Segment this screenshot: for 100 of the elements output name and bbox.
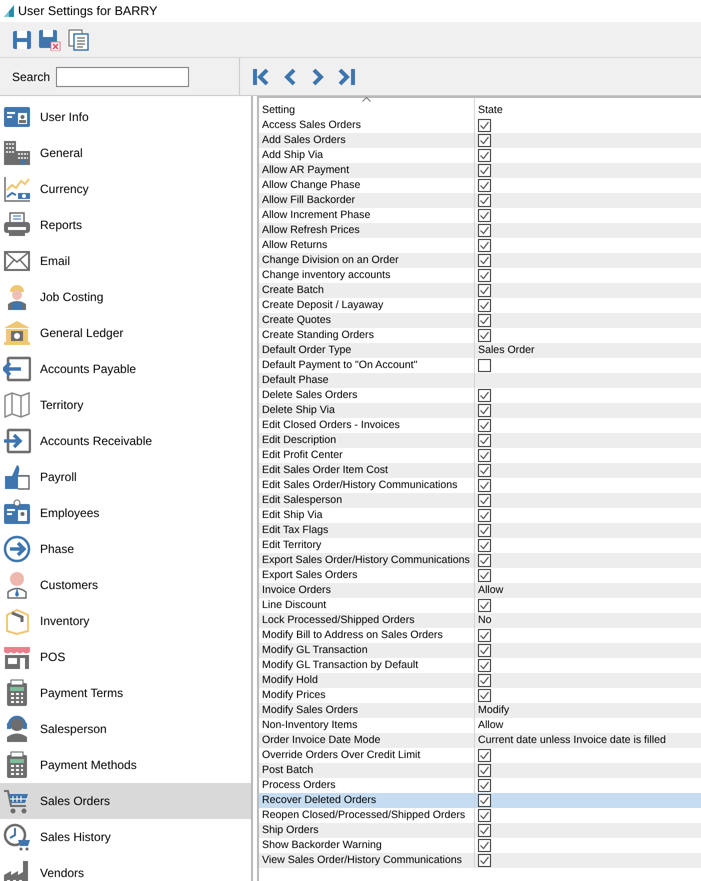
- id-badge-icon: [3, 499, 31, 527]
- checkbox[interactable]: [478, 839, 491, 852]
- save-close-icon[interactable]: [38, 28, 62, 50]
- setting-name: Create Deposit / Layaway: [262, 299, 384, 311]
- checkbox[interactable]: [478, 329, 491, 342]
- sidebar-item[interactable]: Accounts Receivable: [0, 423, 251, 459]
- sidebar-item[interactable]: Payment Terms: [0, 675, 251, 711]
- setting-name: Modify GL Transaction by Default: [262, 659, 418, 671]
- sidebar-item[interactable]: Inventory: [0, 603, 251, 639]
- checkbox[interactable]: [478, 659, 491, 672]
- checkbox[interactable]: [478, 509, 491, 522]
- sidebar-item[interactable]: General: [0, 135, 251, 171]
- checkbox[interactable]: [478, 524, 491, 537]
- checkbox[interactable]: [478, 119, 491, 132]
- checkbox[interactable]: [478, 599, 491, 612]
- checkbox[interactable]: [478, 554, 491, 567]
- state-value: Sales Order: [478, 344, 535, 356]
- setting-name: Override Orders Over Credit Limit: [262, 749, 420, 761]
- checkbox[interactable]: [478, 299, 491, 312]
- next-button[interactable]: [310, 66, 325, 86]
- checkbox[interactable]: [478, 779, 491, 792]
- sidebar-item[interactable]: Sales Orders: [0, 783, 251, 819]
- setting-name: Create Quotes: [262, 314, 331, 326]
- search-field[interactable]: [56, 66, 190, 86]
- checkbox[interactable]: [478, 419, 491, 432]
- sidebar-item[interactable]: Currency: [0, 171, 251, 207]
- checkbox[interactable]: [478, 149, 491, 162]
- checkbox[interactable]: [478, 209, 491, 222]
- setting-name: Edit Description: [262, 434, 336, 446]
- checkbox[interactable]: [478, 434, 491, 447]
- checkbox[interactable]: [478, 284, 491, 297]
- checkbox[interactable]: [478, 239, 491, 252]
- arrow-circle-icon: [3, 535, 31, 563]
- state-value: Modify: [478, 704, 510, 716]
- checkbox[interactable]: [478, 764, 491, 777]
- checkbox[interactable]: [478, 689, 491, 702]
- first-record-button[interactable]: [252, 66, 271, 86]
- sidebar-item[interactable]: Payment Methods: [0, 747, 251, 783]
- checkbox[interactable]: [478, 389, 491, 402]
- checkbox[interactable]: [478, 539, 491, 552]
- checkbox[interactable]: [478, 404, 491, 417]
- checkbox[interactable]: [478, 824, 491, 837]
- setting-name: Allow Increment Phase: [262, 209, 370, 221]
- safe-arrow-left-icon: [3, 355, 31, 383]
- checkbox[interactable]: [478, 359, 491, 372]
- sidebar-item[interactable]: Reports: [0, 207, 251, 243]
- sidebar-item[interactable]: Sales History: [0, 819, 251, 855]
- sidebar-item[interactable]: Accounts Payable: [0, 351, 251, 387]
- last-record-button[interactable]: [337, 66, 356, 86]
- sidebar-item[interactable]: Email: [0, 243, 251, 279]
- sidebar-item[interactable]: User Info: [0, 99, 251, 135]
- setting-name: Process Orders: [262, 779, 336, 791]
- setting-name: Allow Returns: [262, 239, 328, 251]
- checkbox[interactable]: [478, 179, 491, 192]
- copy-icon[interactable]: [68, 28, 90, 50]
- checkbox[interactable]: [478, 809, 491, 822]
- sidebar-item[interactable]: POS: [0, 639, 251, 675]
- checkbox[interactable]: [478, 479, 491, 492]
- checkbox[interactable]: [478, 254, 491, 267]
- setting-name: Default Order Type: [262, 344, 352, 356]
- checkbox[interactable]: [478, 449, 491, 462]
- previous-button[interactable]: [283, 66, 298, 86]
- checkbox[interactable]: [478, 464, 491, 477]
- column-header[interactable]: State: [475, 98, 503, 118]
- checkbox[interactable]: [478, 854, 491, 867]
- save-icon[interactable]: [12, 30, 32, 50]
- setting-name: Default Phase: [262, 374, 329, 386]
- selected-row[interactable]: Recover Deleted Orders: [259, 793, 701, 808]
- setting-name: Recover Deleted Orders: [262, 794, 376, 806]
- checkbox[interactable]: [478, 164, 491, 177]
- sidebar-item[interactable]: Customers: [0, 567, 251, 603]
- sidebar-item[interactable]: Employees: [0, 495, 251, 531]
- checkbox[interactable]: [478, 644, 491, 657]
- sidebar-item[interactable]: Territory: [0, 387, 251, 423]
- checkbox[interactable]: [478, 569, 491, 582]
- checkbox[interactable]: [478, 794, 491, 807]
- checkbox[interactable]: [478, 314, 491, 327]
- printer-icon: [3, 211, 31, 239]
- checkbox[interactable]: [478, 749, 491, 762]
- sort-caret-icon: [362, 97, 371, 102]
- checkbox[interactable]: [478, 269, 491, 282]
- setting-name: Modify Bill to Address on Sales Orders: [262, 629, 443, 641]
- sidebar-item[interactable]: General Ledger: [0, 315, 251, 351]
- checkbox[interactable]: [478, 494, 491, 507]
- checkbox[interactable]: [478, 629, 491, 642]
- sidebar-item[interactable]: Job Costing: [0, 279, 251, 315]
- factory-icon: [3, 859, 31, 881]
- setting-name: Lock Processed/Shipped Orders: [262, 614, 415, 626]
- sidebar-item[interactable]: Payroll: [0, 459, 251, 495]
- checkbox[interactable]: [478, 674, 491, 687]
- setting-name: Add Ship Via: [262, 149, 324, 161]
- checkbox[interactable]: [478, 134, 491, 147]
- checkbox[interactable]: [478, 194, 491, 207]
- setting-name: Order Invoice Date Mode: [262, 734, 380, 746]
- sidebar-item[interactable]: Phase: [0, 531, 251, 567]
- sidebar-item[interactable]: Salesperson: [0, 711, 251, 747]
- setting-name: Modify Sales Orders: [262, 704, 358, 716]
- checkbox[interactable]: [478, 224, 491, 237]
- column-header[interactable]: Setting: [259, 98, 475, 118]
- sidebar-item[interactable]: Vendors: [0, 855, 251, 881]
